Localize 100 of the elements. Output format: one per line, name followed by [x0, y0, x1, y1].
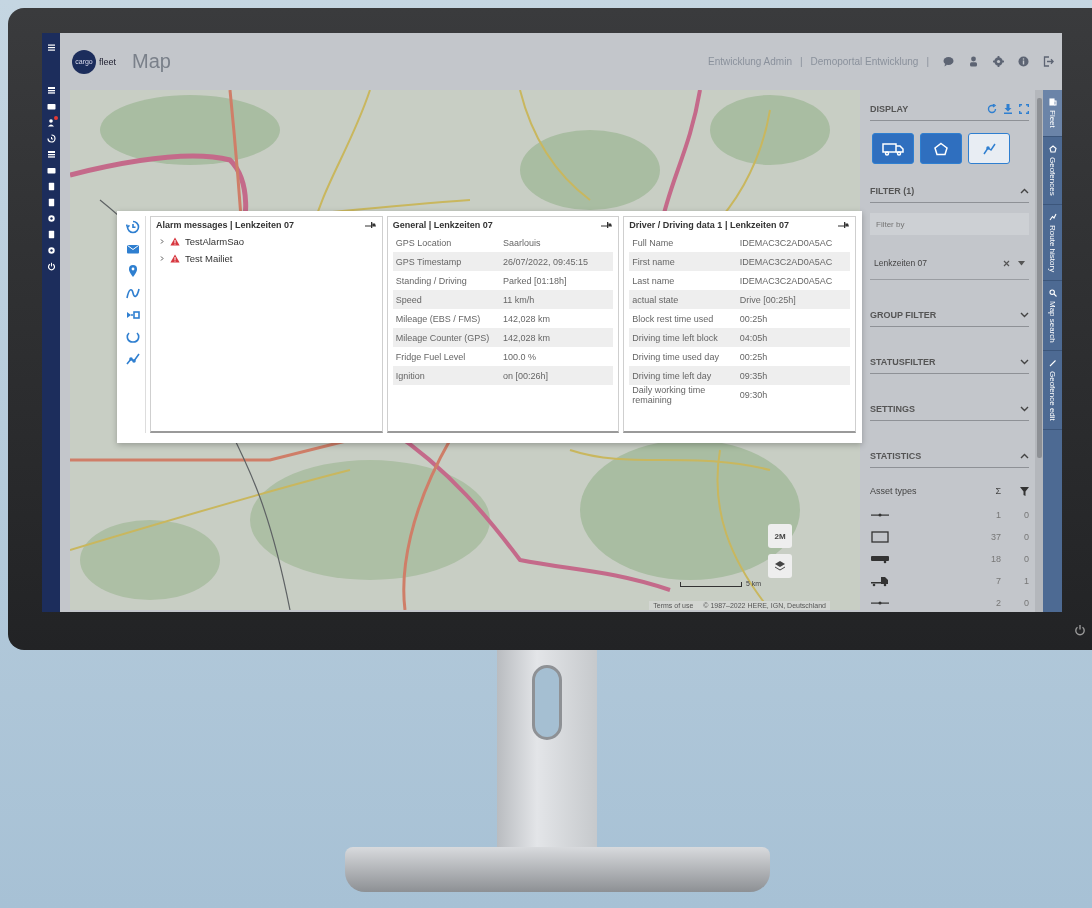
- count-cell-text: 2: [995, 598, 1001, 608]
- settings-icon[interactable]: [993, 56, 1004, 67]
- refresh-icon[interactable]: [987, 104, 997, 114]
- download-icon[interactable]: [1003, 104, 1013, 114]
- doc-icon[interactable]: [46, 230, 56, 239]
- asset-select[interactable]: Lenkzeiten 07: [870, 247, 1029, 280]
- card-title: Alarm messages | Lenkzeiten 07: [156, 220, 295, 230]
- field-label: Driving time left day: [632, 370, 713, 381]
- line-chart-icon[interactable]: [126, 352, 140, 366]
- warning-icon: [170, 237, 180, 246]
- side-tab[interactable]: Geofences: [1043, 136, 1062, 205]
- field-value: 04:05h: [739, 332, 768, 343]
- scale-bar: [680, 582, 742, 587]
- column-heading: Asset types: [870, 486, 918, 496]
- field-label: Driving time left block: [632, 332, 719, 343]
- field-value: 142,028 km: [503, 332, 551, 343]
- loop-icon[interactable]: [126, 330, 140, 344]
- warning-icon: [170, 254, 180, 263]
- trailer-icon: [870, 553, 890, 565]
- field-value: IDEMAC3C2AD0A5AC: [739, 237, 833, 248]
- field-label: First name: [632, 256, 676, 267]
- field-value: 09:35h: [739, 370, 768, 381]
- side-tab[interactable]: Map search: [1043, 280, 1062, 352]
- card-icon[interactable]: [46, 102, 56, 111]
- field-value: Drive [00:25h]: [739, 294, 796, 305]
- section-title[interactable]: STATUSFILTER: [870, 357, 936, 367]
- filter-icon: [1020, 486, 1029, 496]
- pin-icon[interactable]: [838, 221, 850, 229]
- field-label: Block rest time used: [632, 313, 715, 324]
- alarm-item[interactable]: Test Mailiet: [156, 250, 377, 267]
- field-label: Ignition: [395, 370, 426, 381]
- side-tab[interactable]: Geofence edit: [1043, 351, 1062, 431]
- field-label: Fridge Fuel Level: [395, 351, 467, 362]
- pentagon-mode-button[interactable]: [920, 133, 962, 164]
- dropdown-caret-icon[interactable]: [1018, 260, 1025, 266]
- chat-icon[interactable]: [943, 56, 954, 67]
- chevron-icon[interactable]: [1020, 406, 1029, 412]
- power-icon[interactable]: [46, 262, 56, 271]
- field-label: Standing / Driving: [395, 275, 468, 286]
- field-label: Full Name: [632, 237, 675, 248]
- separator: |: [799, 56, 803, 67]
- side-tab[interactable]: Fleet: [1043, 90, 1062, 137]
- person-icon[interactable]: [46, 118, 56, 127]
- chevron-icon[interactable]: [1020, 453, 1029, 459]
- chevron-icon[interactable]: [1020, 312, 1029, 318]
- section-title[interactable]: GROUP FILTER: [870, 310, 937, 320]
- count-cell-text: 0: [1023, 554, 1029, 564]
- field-value: 11 km/h: [503, 294, 535, 305]
- field-value: IDEMAC3C2AD0A5AC: [739, 275, 833, 286]
- card-icon[interactable]: [46, 166, 56, 175]
- chevron-icon[interactable]: [1020, 359, 1029, 365]
- chevron-icon[interactable]: [1020, 188, 1029, 194]
- section-title[interactable]: SETTINGS: [870, 404, 915, 414]
- field-value: 142,028 km: [503, 313, 551, 324]
- card-title: General | Lenkzeiten 07: [392, 220, 493, 230]
- user-icon[interactable]: [968, 56, 979, 67]
- field-value: Parked [01:18h]: [503, 275, 567, 286]
- play-box-icon[interactable]: [126, 308, 140, 322]
- field-value: IDEMAC3C2AD0A5AC: [739, 256, 833, 267]
- field-label: GPS Timestamp: [395, 256, 463, 267]
- count-cell-text: 7: [995, 576, 1001, 586]
- pin-icon[interactable]: [601, 221, 614, 229]
- zoom-level-button[interactable]: 2M: [768, 524, 792, 548]
- field-value: 00:25h: [739, 351, 768, 362]
- count-cell-text: 1: [995, 510, 1001, 520]
- clear-icon[interactable]: [1003, 259, 1010, 267]
- page-title: Map: [132, 50, 171, 73]
- alarm-item[interactable]: TestAlarmSao: [156, 233, 377, 250]
- envelope-icon[interactable]: [126, 242, 140, 256]
- sum-heading: Σ: [994, 486, 1001, 496]
- filter-field[interactable]: Filter by: [870, 213, 1029, 235]
- layers-button[interactable]: [768, 554, 792, 578]
- list-icon[interactable]: [46, 150, 56, 159]
- pin-icon[interactable]: [364, 221, 377, 229]
- power-icon[interactable]: [1074, 624, 1086, 636]
- field-label: Daily working time remaining: [632, 385, 707, 405]
- section-title: DISPLAY: [870, 104, 909, 114]
- menu-icon[interactable]: [46, 43, 56, 52]
- gear-icon[interactable]: [46, 214, 56, 223]
- field-label: Mileage Counter (GPS): [395, 332, 491, 343]
- field-label: Mileage (EBS / FMS): [395, 313, 482, 324]
- route-mode-button[interactable]: [968, 133, 1010, 164]
- layers-icon: [774, 560, 786, 572]
- gear-icon[interactable]: [46, 246, 56, 255]
- truck-mode-button[interactable]: [872, 133, 914, 164]
- pencil-icon: [1048, 359, 1057, 368]
- route-icon: [1048, 212, 1057, 221]
- list-icon[interactable]: [46, 86, 56, 95]
- rectangle-icon: [870, 531, 890, 543]
- info-icon[interactable]: [1018, 56, 1029, 67]
- scroll-bar[interactable]: [1035, 90, 1043, 612]
- side-tab[interactable]: Route history: [1043, 204, 1062, 281]
- field-label: actual state: [632, 294, 680, 305]
- count-cell-text: 18: [990, 554, 1001, 564]
- curve-icon[interactable]: [126, 286, 140, 300]
- count-cell-text: 37: [990, 532, 1001, 542]
- search-icon: [1048, 288, 1057, 297]
- logout-icon[interactable]: [1043, 56, 1054, 67]
- count-cell-text: 0: [1023, 598, 1029, 608]
- fullscreen-icon[interactable]: [1019, 104, 1029, 114]
